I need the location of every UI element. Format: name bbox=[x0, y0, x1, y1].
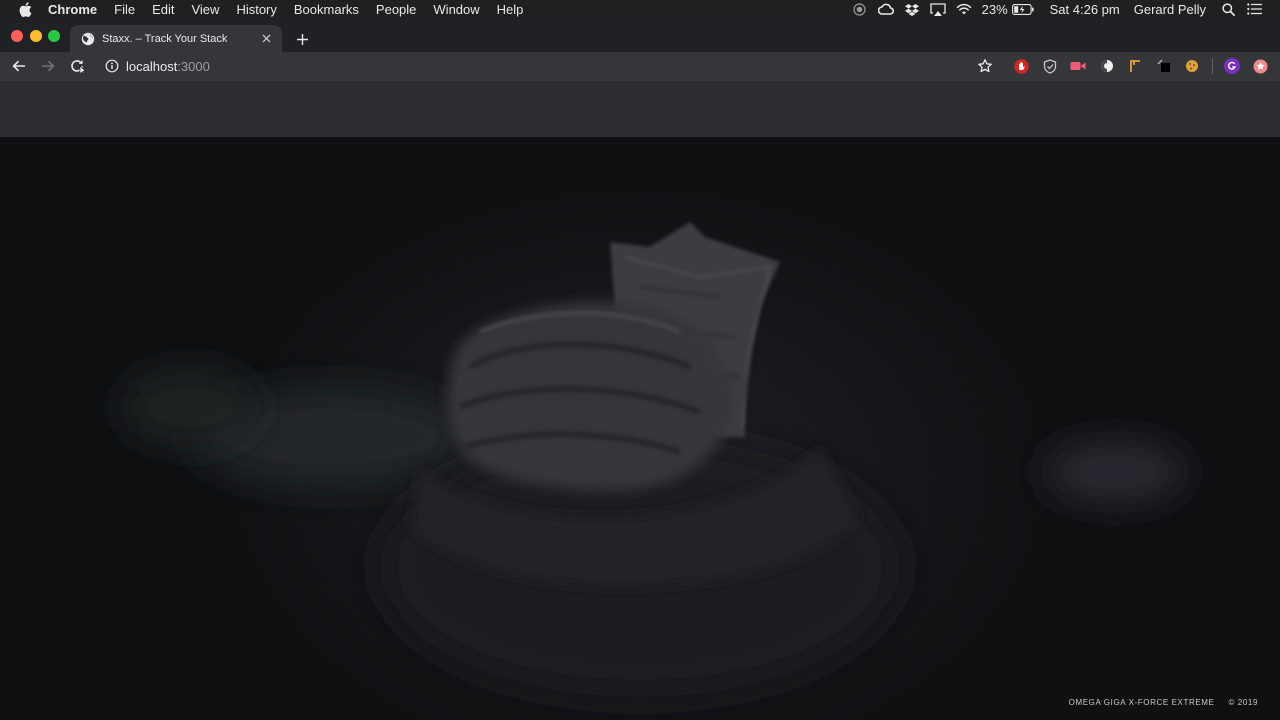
page-footer: OMEGA GIGA X-FORCE EXTREME © 2019 bbox=[1069, 698, 1258, 707]
forward-arrow-icon bbox=[37, 55, 59, 77]
extension-pink-icon[interactable] bbox=[1252, 58, 1268, 74]
extension-flag-icon[interactable] bbox=[1127, 58, 1143, 74]
menu-help[interactable]: Help bbox=[497, 2, 524, 17]
new-tab-button[interactable] bbox=[292, 29, 312, 49]
site-navbar bbox=[0, 81, 1280, 137]
menu-app-name[interactable]: Chrome bbox=[48, 2, 97, 17]
menu-history[interactable]: History bbox=[236, 2, 276, 17]
footer-brand: OMEGA GIGA X-FORCE EXTREME bbox=[1068, 698, 1215, 707]
globe-icon bbox=[81, 32, 95, 46]
battery-percent: 23% bbox=[981, 1, 1008, 17]
browser-tab[interactable]: Staxx. – Track Your Stack bbox=[70, 25, 282, 52]
battery-icon[interactable] bbox=[1011, 2, 1034, 16]
page-viewport: OMEGA GIGA X-FORCE EXTREME © 2019 bbox=[0, 81, 1280, 720]
reload-icon[interactable] bbox=[66, 55, 88, 77]
menu-window[interactable]: Window bbox=[433, 2, 479, 17]
window-maximize-button[interactable] bbox=[48, 30, 60, 42]
extension-cookie-icon[interactable] bbox=[1184, 58, 1200, 74]
tab-close-button[interactable] bbox=[258, 31, 274, 47]
menu-extras: 23% Sat 4:26 pm Gerard Pelly bbox=[852, 0, 1280, 18]
toolbar-separator bbox=[1212, 58, 1213, 74]
apple-icon[interactable] bbox=[18, 1, 32, 17]
tab-title: Staxx. – Track Your Stack bbox=[102, 32, 228, 45]
menu-people[interactable]: People bbox=[376, 2, 416, 17]
wifi-icon[interactable] bbox=[956, 2, 972, 16]
menu-bookmarks[interactable]: Bookmarks bbox=[294, 2, 359, 17]
menu-user[interactable]: Gerard Pelly bbox=[1134, 2, 1206, 17]
back-arrow-icon[interactable] bbox=[8, 55, 30, 77]
url-port: :3000 bbox=[177, 58, 210, 74]
hero-image bbox=[120, 222, 1185, 697]
extension-screencast-icon[interactable] bbox=[1070, 58, 1086, 74]
info-icon[interactable] bbox=[105, 59, 119, 73]
star-icon[interactable] bbox=[977, 58, 993, 74]
address-bar[interactable]: localhost :3000 bbox=[100, 55, 210, 77]
footer-copyright: © 2019 bbox=[1228, 698, 1258, 707]
extension-shield-icon[interactable] bbox=[1042, 58, 1058, 74]
window-minimize-button[interactable] bbox=[30, 30, 42, 42]
mac-menu-bar: Chrome File Edit View History Bookmarks … bbox=[0, 0, 1280, 18]
menu-clock[interactable]: Sat 4:26 pm bbox=[1050, 2, 1120, 17]
profile-avatar[interactable] bbox=[1224, 58, 1240, 74]
menu-view[interactable]: View bbox=[191, 2, 219, 17]
extension-adblock-icon[interactable] bbox=[1013, 58, 1029, 74]
menu-edit[interactable]: Edit bbox=[152, 2, 174, 17]
search-icon[interactable] bbox=[1220, 2, 1236, 16]
menu-file[interactable]: File bbox=[114, 2, 135, 17]
record-icon[interactable] bbox=[852, 2, 868, 16]
creative-cloud-icon[interactable] bbox=[877, 2, 894, 16]
dropbox-icon[interactable] bbox=[904, 2, 920, 16]
window-close-button[interactable] bbox=[11, 30, 23, 42]
extension-circle-icon[interactable] bbox=[1099, 58, 1115, 74]
list-icon[interactable] bbox=[1246, 2, 1262, 16]
hero-background bbox=[0, 137, 1280, 720]
airplay-icon[interactable] bbox=[929, 2, 946, 16]
extension-dark-icon[interactable] bbox=[1156, 58, 1172, 74]
url-host: localhost bbox=[126, 58, 178, 74]
